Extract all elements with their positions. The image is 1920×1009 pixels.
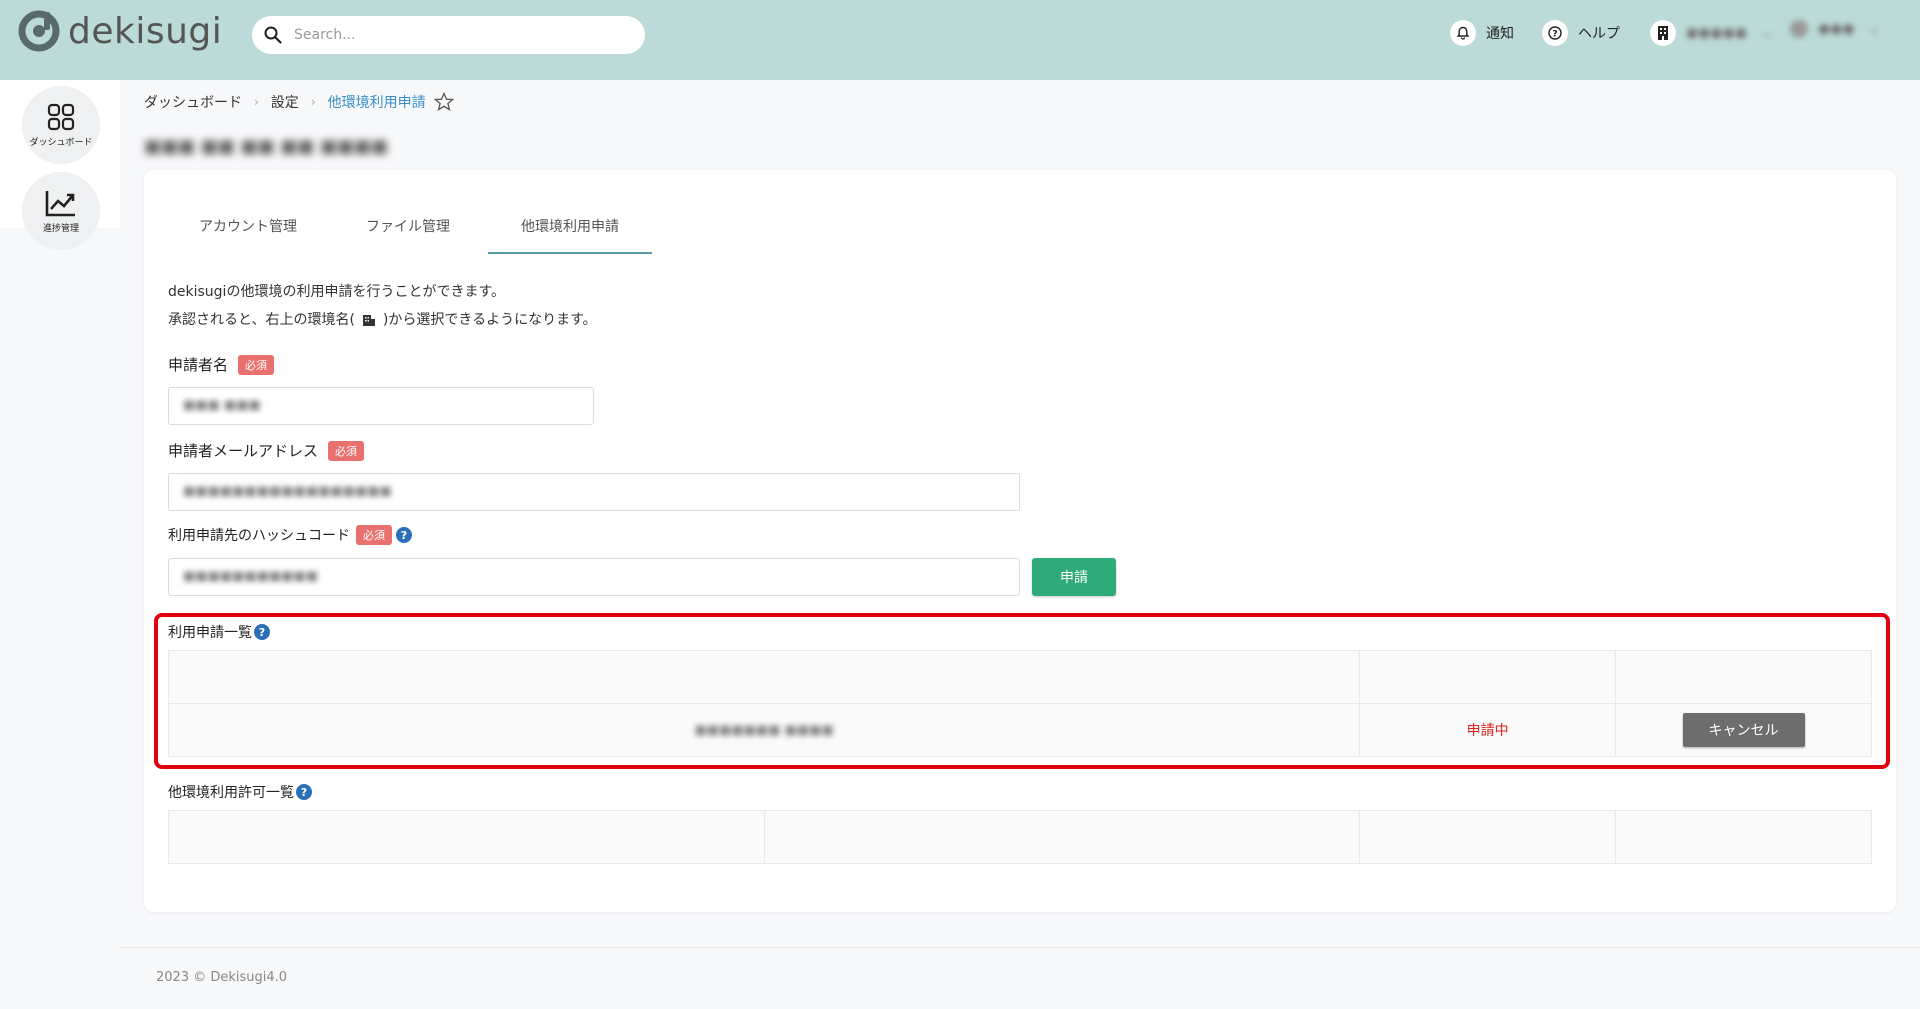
table-header-cell xyxy=(168,810,765,864)
chevron-right-icon: › xyxy=(254,95,259,109)
table-header-cell xyxy=(167,650,1361,704)
label-text: 利用申請先のハッシュコード xyxy=(168,528,350,544)
star-icon[interactable] xyxy=(433,92,454,112)
breadcrumb: ダッシュボード › 設定 › 他環境利用申請 xyxy=(144,92,454,112)
applicant-email-label: 申請者メールアドレス 必須 xyxy=(168,440,365,461)
applicant-name-field[interactable]: ■■■ ■■■ xyxy=(168,387,594,425)
help-icon[interactable]: ? xyxy=(296,784,312,800)
description: dekisugiの他環境の利用申請を行うことができます。 承認されると、右上の環… xyxy=(168,278,597,334)
sidebar: ダッシュボード 進捗管理 xyxy=(0,80,120,250)
table-header-cell xyxy=(1359,650,1617,704)
description-line-2: 承認されると、右上の環境名( )から選択できるようになります。 xyxy=(168,306,597,334)
table-header-row xyxy=(167,650,1872,704)
request-environment-cell: ■■■■■■■ ■■■■ xyxy=(167,703,1361,757)
footer-copyright: 2023 © Dekisugi4.0 xyxy=(156,970,288,985)
chevron-down-icon: ⌄ xyxy=(1761,25,1773,41)
user-menu[interactable]: ●●● ⌄ xyxy=(1790,20,1880,38)
status-badge: 申請中 xyxy=(1466,723,1509,739)
breadcrumb-settings[interactable]: 設定 xyxy=(271,92,299,112)
sidebar-item-dashboard[interactable]: ダッシュボード xyxy=(22,86,100,164)
hash-code-field[interactable]: ■■■■■■■■■■■ xyxy=(168,558,1020,596)
sidebar-item-label: 進捗管理 xyxy=(42,223,79,234)
hash-code-label: 利用申請先のハッシュコード 必須 ? xyxy=(168,525,412,545)
applicant-name-label: 申請者名 必須 xyxy=(168,354,275,375)
search-input[interactable] xyxy=(294,27,614,43)
applicant-name-value: ■■■ ■■■ xyxy=(183,398,261,413)
required-badge: 必須 xyxy=(328,440,365,461)
help-icon[interactable]: ? xyxy=(254,624,270,640)
building-icon xyxy=(1650,20,1676,46)
description-text: 承認されると、右上の環境名( xyxy=(168,312,355,328)
tab-file-management[interactable]: ファイル管理 xyxy=(328,204,488,254)
help-button[interactable]: ? ヘルプ xyxy=(1542,20,1620,46)
required-badge: 必須 xyxy=(238,354,275,375)
applicant-email-value: ■■■■■■■■■■■■■■■■■ xyxy=(183,484,392,499)
brand-logo[interactable]: dekisugi xyxy=(18,10,222,52)
tab-other-environment-request[interactable]: 他環境利用申請 xyxy=(488,204,652,254)
applicant-email-field[interactable]: ■■■■■■■■■■■■■■■■■ xyxy=(168,473,1020,511)
cancel-request-button[interactable]: キャンセル xyxy=(1682,713,1805,747)
breadcrumb-dashboard[interactable]: ダッシュボード xyxy=(144,92,242,112)
user-chevron-icon: ⌄ xyxy=(1868,21,1881,37)
help-icon[interactable]: ? xyxy=(396,527,412,543)
page-title: ■■■ ■■ ■■ ■■ ■■■■ xyxy=(144,136,388,157)
table-row: ■■■■■■■ ■■■■ 申請中 キャンセル xyxy=(167,703,1872,757)
permission-list-title: 他環境利用許可一覧 ? xyxy=(168,782,312,802)
request-action-cell: キャンセル xyxy=(1615,703,1872,757)
breadcrumb-current: 他環境利用申請 xyxy=(327,95,426,111)
request-status-cell: 申請中 xyxy=(1359,703,1617,757)
tab-account-management[interactable]: アカウント管理 xyxy=(168,204,328,254)
request-list-table: ■■■■■■■ ■■■■ 申請中 キャンセル xyxy=(167,650,1872,757)
notification-button[interactable]: 通知 xyxy=(1450,20,1514,46)
trend-chart-icon xyxy=(45,190,75,216)
question-circle-icon: ? xyxy=(1542,20,1568,46)
sidebar-item-progress[interactable]: 進捗管理 xyxy=(22,172,100,250)
permission-list-table xyxy=(168,810,1872,864)
settings-tabs: アカウント管理 ファイル管理 他環境利用申請 xyxy=(168,204,652,254)
bell-icon xyxy=(1450,20,1476,46)
building-icon xyxy=(362,315,375,326)
table-header-cell xyxy=(1359,810,1617,864)
svg-text:?: ? xyxy=(1552,30,1557,40)
submit-request-button[interactable]: 申請 xyxy=(1032,558,1116,596)
logo-icon xyxy=(18,10,60,52)
description-line-1: dekisugiの他環境の利用申請を行うことができます。 xyxy=(168,284,506,300)
grid-icon xyxy=(47,103,75,130)
hash-code-value: ■■■■■■■■■■■ xyxy=(183,569,319,584)
section-title-text: 他環境利用許可一覧 xyxy=(168,785,294,801)
section-title-text: 利用申請一覧 xyxy=(168,625,252,641)
sidebar-item-label: ダッシュボード xyxy=(29,137,93,148)
required-badge: 必須 xyxy=(356,525,392,545)
search-box[interactable] xyxy=(252,16,645,54)
top-header: dekisugi 通知 ? ヘルプ ●●●●● ⌄ ●●● ⌄ xyxy=(0,0,1920,80)
user-name: ●●● xyxy=(1818,21,1855,37)
brand-name: dekisugi xyxy=(68,10,223,52)
request-environment-name: ■■■■■■■ ■■■■ xyxy=(694,722,834,738)
table-header-cell xyxy=(763,810,1361,864)
notification-label: 通知 xyxy=(1486,26,1514,42)
request-list-title: 利用申請一覧 ? xyxy=(168,622,270,642)
label-text: 申請者名 xyxy=(168,356,229,374)
environment-selector[interactable]: ●●●●● ⌄ xyxy=(1650,20,1773,46)
table-header-row xyxy=(168,810,1872,864)
main-card: アカウント管理 ファイル管理 他環境利用申請 dekisugiの他環境の利用申請… xyxy=(144,170,1896,912)
table-header-cell xyxy=(1615,650,1872,704)
footer-divider xyxy=(120,947,1920,948)
description-text: )から選択できるようになります。 xyxy=(382,312,597,328)
environment-name: ●●●●● xyxy=(1686,25,1748,41)
avatar xyxy=(1790,20,1808,38)
search-icon xyxy=(264,26,282,44)
label-text: 申請者メールアドレス xyxy=(168,442,319,460)
chevron-right-icon: › xyxy=(310,95,316,109)
table-header-cell xyxy=(1615,810,1872,864)
help-label: ヘルプ xyxy=(1578,26,1620,42)
